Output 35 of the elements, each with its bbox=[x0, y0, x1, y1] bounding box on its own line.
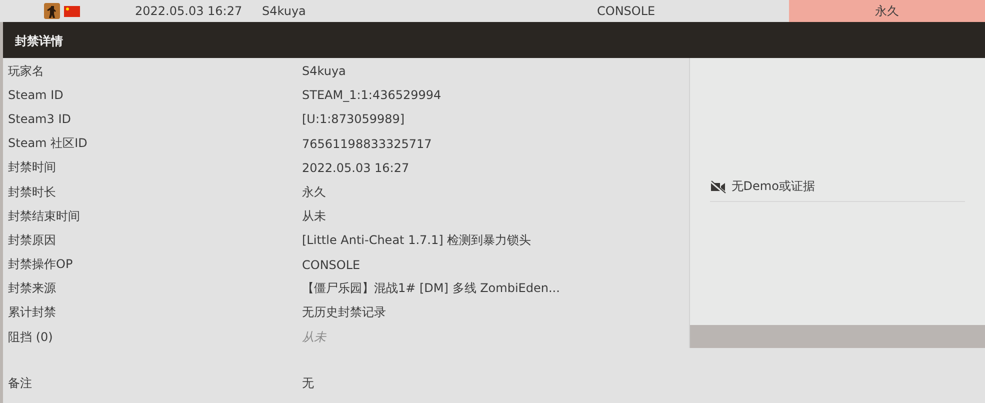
field-label: 阻挡 (0) bbox=[7, 328, 54, 346]
field-label: 封禁时长 bbox=[7, 184, 57, 201]
ban-length: 永久 bbox=[789, 0, 985, 22]
evidence-text: 无Demo或证据 bbox=[731, 178, 815, 195]
field-label: 备注 bbox=[7, 374, 33, 392]
video-off-icon bbox=[710, 180, 726, 194]
field-label: 封禁时间 bbox=[7, 159, 57, 176]
field-label: 玩家名 bbox=[7, 62, 45, 80]
field-value: S4kuya bbox=[302, 64, 346, 78]
admin-name: CONSOLE bbox=[597, 4, 656, 18]
field-value: 从未 bbox=[302, 328, 326, 346]
field-label: 封禁来源 bbox=[7, 280, 57, 298]
field-value: 从未 bbox=[302, 208, 326, 225]
field-label: 封禁结束时间 bbox=[7, 208, 81, 225]
field-label: 封禁操作OP bbox=[7, 256, 74, 274]
field-value: CONSOLE bbox=[302, 258, 360, 272]
field-label: Steam ID bbox=[7, 88, 64, 102]
field-label: Steam 社区ID bbox=[7, 135, 88, 152]
field-label: 累计封禁 bbox=[7, 304, 57, 322]
soldier-icon bbox=[44, 3, 60, 19]
details-header: 封禁详情 bbox=[3, 22, 985, 58]
field-value: 无 bbox=[302, 374, 314, 392]
field-value: 76561198833325717 bbox=[302, 136, 432, 151]
field-label: Steam3 ID bbox=[7, 112, 72, 126]
field-value: STEAM_1:1:436529994 bbox=[302, 88, 442, 102]
field-label: 封禁原因 bbox=[7, 232, 57, 249]
field-value: [U:1:873059989] bbox=[302, 112, 405, 126]
field-value: 无历史封禁记录 bbox=[302, 304, 386, 322]
field-value: 永久 bbox=[302, 184, 326, 201]
field-value: 2022.05.03 16:27 bbox=[302, 160, 410, 175]
field-value: [Little Anti-Cheat 1.7.1] 检测到暴力锁头 bbox=[302, 232, 532, 249]
player-name: S4kuya bbox=[262, 4, 307, 18]
field-value: 【僵尸乐园】混战1# [DM] 多线 ZombiEden... bbox=[302, 280, 560, 298]
ban-date: 2022.05.03 16:27 bbox=[135, 4, 244, 18]
flag-icon bbox=[64, 6, 80, 16]
